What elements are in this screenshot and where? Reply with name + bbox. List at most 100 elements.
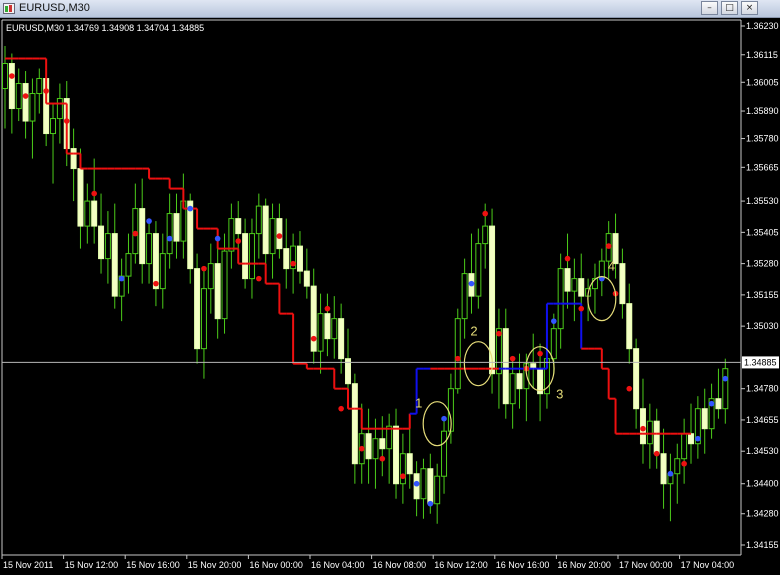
candle-body — [269, 218, 276, 255]
title-bar[interactable]: EURUSD,M30 – □ × — [0, 0, 780, 18]
x-tick-label: 16 Nov 08:00 — [373, 560, 427, 570]
indicator-dot — [708, 400, 715, 407]
x-tick-label: 15 Nov 12:00 — [65, 560, 119, 570]
indicator-dot — [235, 238, 242, 244]
annotation-label: 4 — [608, 259, 615, 274]
candle-body — [646, 420, 653, 445]
indicator-dot — [578, 305, 585, 312]
indicator-dot — [551, 318, 557, 324]
y-tick-label: 1.35155 — [746, 290, 779, 300]
candle-body — [482, 225, 489, 245]
y-tick-label: 1.34155 — [746, 540, 779, 550]
indicator-dot — [468, 280, 475, 287]
indicator-dot — [640, 425, 646, 432]
candle-body — [207, 263, 214, 290]
candle-body — [365, 433, 372, 460]
y-tick-label: 1.34780 — [746, 384, 779, 394]
candle-body — [248, 233, 255, 280]
indicator-dot — [324, 305, 331, 312]
candle-body — [571, 278, 578, 292]
x-tick-label: 17 Nov 00:00 — [619, 560, 673, 570]
candle-body — [338, 318, 345, 360]
close-button[interactable]: × — [741, 1, 758, 15]
minimize-button[interactable]: – — [701, 1, 718, 15]
indicator-dot — [454, 355, 461, 362]
indicator-dot — [63, 118, 70, 124]
candle-body — [633, 348, 640, 410]
candle-body — [125, 253, 132, 277]
y-tick-label: 1.34400 — [746, 479, 779, 489]
annotation-label: 3 — [556, 387, 563, 402]
candle-body — [502, 328, 509, 405]
candle-body — [441, 430, 448, 477]
indicator-dot — [400, 473, 406, 480]
indicator-dot — [118, 275, 125, 282]
candle-body — [550, 328, 557, 360]
x-tick-label: 16 Nov 04:00 — [311, 560, 365, 570]
indicator-dot — [509, 355, 516, 362]
candle-body — [509, 373, 516, 405]
indicator-dot — [132, 230, 139, 237]
candle-body — [228, 218, 235, 252]
candle-body — [22, 83, 29, 122]
candle-body — [166, 213, 173, 255]
price-chart[interactable]: EURUSD,M30 1.34769 1.34908 1.34704 1.348… — [0, 18, 780, 575]
indicator-dot — [166, 235, 173, 242]
y-tick-label: 1.35405 — [746, 227, 779, 237]
candle-body — [242, 233, 249, 280]
candle-body — [262, 205, 269, 255]
candle-body — [516, 373, 523, 390]
candle-body — [104, 233, 111, 260]
y-tick-label: 1.35890 — [746, 106, 779, 116]
y-tick-label: 1.35665 — [746, 162, 779, 172]
candle-body — [379, 438, 386, 450]
candle-body — [564, 268, 571, 292]
indicator-dot — [214, 235, 221, 242]
chart-window: EURUSD,M30 – □ × EURUSD,M30 1.34769 1.34… — [0, 0, 780, 575]
indicator-dot — [22, 93, 29, 99]
candle-body — [475, 243, 482, 297]
candle-body — [173, 213, 180, 242]
candle-body — [626, 303, 633, 350]
candle-body — [715, 398, 722, 410]
indicator-dot — [310, 335, 317, 342]
indicator-dot — [626, 385, 633, 392]
candle-body — [111, 233, 118, 297]
x-tick-label: 16 Nov 00:00 — [249, 560, 303, 570]
candle-body — [461, 273, 468, 320]
indicator-dot — [43, 88, 49, 94]
candle-body — [70, 148, 77, 170]
candle-body — [200, 288, 207, 350]
x-tick-label: 15 Nov 2011 — [3, 560, 53, 570]
indicator-dot — [9, 73, 15, 79]
candle-body — [91, 200, 98, 227]
candle-body — [324, 313, 331, 340]
indicator-dot — [695, 435, 701, 442]
candle-body — [454, 318, 461, 390]
chart-header: EURUSD,M30 1.34769 1.34908 1.34704 1.348… — [6, 23, 204, 33]
candle-body — [221, 250, 228, 320]
annotation-label: 1 — [415, 396, 422, 411]
maximize-button[interactable]: □ — [721, 1, 738, 15]
indicator-dot — [496, 330, 502, 337]
indicator-dot — [187, 205, 194, 212]
y-tick-label: 1.35030 — [746, 321, 779, 331]
candle-body — [255, 205, 262, 235]
indicator-dot — [290, 260, 296, 267]
candle-body — [283, 248, 290, 270]
current-price-label: 1.34885 — [744, 357, 777, 367]
candle-body — [688, 433, 694, 445]
y-tick-label: 1.36230 — [746, 21, 779, 31]
indicator-dot — [153, 280, 159, 287]
y-tick-label: 1.34280 — [746, 509, 779, 519]
indicator-dot — [427, 500, 434, 507]
x-tick-label: 16 Nov 12:00 — [434, 560, 488, 570]
x-tick-label: 16 Nov 16:00 — [496, 560, 550, 570]
candle-body — [194, 268, 201, 350]
candle-body — [15, 83, 22, 110]
indicator-dot — [482, 210, 489, 217]
window-title: EURUSD,M30 — [19, 2, 90, 14]
candle-body — [84, 200, 91, 227]
candle-body — [159, 253, 166, 290]
candle-body — [235, 218, 242, 235]
